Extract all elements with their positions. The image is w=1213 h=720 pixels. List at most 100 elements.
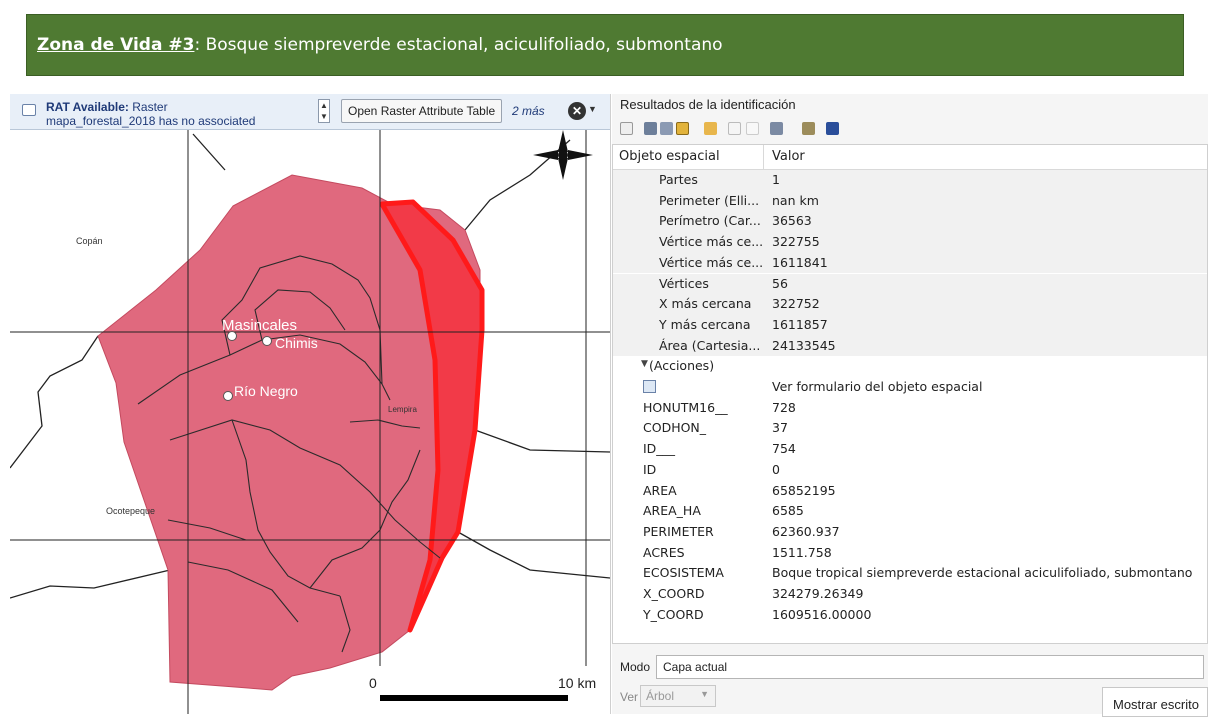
tree-row[interactable]: ID 0	[613, 460, 1207, 481]
help-icon[interactable]	[826, 122, 839, 135]
banner-zone-label: Zona de Vida #3	[37, 35, 195, 55]
tree-row[interactable]: X_COORD 324279.26349	[613, 584, 1207, 605]
row-key: Partes	[659, 172, 698, 187]
tree-row[interactable]: Vértice más ce... 322755	[613, 232, 1207, 253]
row-value: 65852195	[772, 482, 836, 498]
stepper-up-icon[interactable]: ▲	[319, 100, 329, 111]
scale-end-label: 10 km	[558, 675, 596, 691]
view-select-caret-icon: ▼	[700, 689, 709, 699]
form-icon[interactable]	[643, 380, 656, 393]
row-value: 0	[772, 461, 780, 477]
tree-row[interactable]: Área (Cartesia... 24133545	[613, 335, 1207, 357]
row-key: Perímetro (Car...	[659, 213, 761, 229]
tree-row[interactable]: Y_COORD 1609516.00000	[613, 605, 1207, 626]
expand-all-icon[interactable]	[644, 122, 657, 135]
close-menu-caret-icon[interactable]: ▼	[588, 104, 597, 114]
mode-select[interactable]: Capa actual	[656, 655, 1204, 679]
row-key: AREA_HA	[643, 503, 701, 519]
label-rio-negro: Río Negro	[234, 383, 298, 399]
select-features-icon[interactable]	[770, 122, 783, 135]
zone-banner: Zona de Vida #3: Bosque siempreverde est…	[26, 14, 1184, 76]
map-canvas[interactable]: Copán Ocotepeque Lempira Masincales Chim…	[10, 130, 610, 714]
tree-row[interactable]: X más cercana 322752	[613, 294, 1207, 315]
close-circle-icon[interactable]: ✕	[568, 102, 586, 120]
print-response-icon[interactable]	[746, 122, 759, 135]
label-ocotepeque: Ocotepeque	[106, 506, 155, 516]
expand-arrow-icon[interactable]: ▼	[641, 359, 648, 369]
toolbar-dropdown-icon[interactable]	[786, 122, 794, 135]
row-value: 728	[772, 399, 796, 415]
label-chimis: Chimis	[275, 335, 318, 351]
column-separator[interactable]	[763, 145, 764, 169]
identify-settings-icon[interactable]	[802, 122, 815, 135]
tree-row[interactable]: ACRES 1511.758	[613, 543, 1207, 564]
map-pane: RAT Available: Raster mapa_forestal_2018…	[10, 94, 611, 714]
view-select[interactable]: Árbol ▼	[640, 685, 716, 707]
banner-text: Zona de Vida #3: Bosque siempreverde est…	[37, 35, 723, 55]
label-copan: Copán	[76, 236, 103, 246]
rat-title-bold: RAT Available:	[46, 100, 129, 114]
row-key: Vértice más ce...	[659, 254, 764, 270]
row-value: 6585	[772, 503, 804, 519]
identify-results-tree: Objeto espacial Valor Partes 1 Perimeter (…	[612, 144, 1208, 644]
scale-start-label: 0	[369, 675, 377, 691]
more-messages-link[interactable]: 2 más	[512, 104, 545, 118]
tree-row[interactable]: CODHON_ 37	[613, 418, 1207, 439]
view-feature-form-link[interactable]: Ver formulario del objeto espacial	[772, 379, 982, 394]
expand-new-results-icon[interactable]	[676, 122, 689, 135]
tree-row[interactable]: PERIMETER 62360.937	[613, 522, 1207, 543]
row-value: 1511.758	[772, 544, 832, 560]
view-select-value: Árbol	[646, 689, 675, 703]
row-value: 1611857	[772, 316, 828, 332]
column-header-value[interactable]: Valor	[772, 149, 805, 164]
tree-row[interactable]: AREA 65852195	[613, 481, 1207, 502]
message-scroll-stepper[interactable]: ▲ ▼	[318, 99, 330, 123]
row-key: X más cercana	[659, 296, 752, 312]
stepper-down-icon[interactable]: ▼	[319, 111, 329, 122]
identify-title: Resultados de la identificación	[620, 97, 796, 112]
column-header-feature[interactable]: Objeto espacial	[619, 149, 720, 164]
tree-row[interactable]: HONUTM16__ 728	[613, 398, 1207, 419]
tree-row[interactable]: Vértices 56	[613, 273, 1207, 295]
tree-row[interactable]: Perimeter (Elli... nan km	[613, 190, 1207, 212]
view-label: Ver	[620, 690, 639, 704]
row-value: 322752	[772, 296, 820, 312]
row-value: 1609516.00000	[772, 606, 872, 622]
tree-row[interactable]: AREA_HA 6585	[613, 501, 1207, 522]
row-key: Área (Cartesia...	[659, 337, 761, 353]
tree-row[interactable]: ECOSISTEMA Boque tropical siempreverde es…	[613, 563, 1207, 584]
rat-line2: mapa_forestal_2018 has no associated	[46, 114, 256, 128]
copy-feature-icon[interactable]	[728, 122, 741, 135]
label-lempira: Lempira	[388, 405, 417, 414]
mode-label: Modo	[620, 660, 651, 674]
expand-tree-icon[interactable]	[620, 122, 633, 135]
tree-row[interactable]: Ver formulario del objeto espacial	[613, 377, 1207, 398]
tree-row[interactable]: ID___ 754	[613, 439, 1207, 460]
show-button[interactable]: Mostrar escrito	[1102, 687, 1208, 717]
row-key: Perimeter (Elli...	[659, 192, 760, 208]
row-key: ID___	[643, 441, 676, 457]
open-raster-attribute-table-button[interactable]: Open Raster Attribute Table	[341, 99, 503, 123]
clear-results-icon[interactable]	[704, 122, 717, 135]
row-value: 37	[772, 420, 788, 436]
row-value: 1	[772, 172, 780, 187]
row-value: 754	[772, 441, 796, 457]
label-masincales: Masincales	[222, 317, 297, 334]
row-key: ECOSISTEMA	[643, 565, 724, 581]
banner-separator: :	[194, 35, 206, 55]
collapse-all-icon[interactable]	[660, 122, 673, 135]
row-key: PERIMETER	[643, 523, 714, 539]
row-key: CODHON_	[643, 420, 707, 436]
tree-row[interactable]: ▼ (Acciones)	[613, 356, 1207, 377]
tree-row[interactable]: Partes 1	[613, 170, 1207, 191]
tree-row[interactable]: Y más cercana 1611857	[613, 314, 1207, 336]
rat-title-rest: Raster	[128, 100, 168, 114]
row-value: 1611841	[772, 254, 828, 270]
row-value: nan km	[772, 192, 819, 208]
tree-row[interactable]: Vértice más ce... 1611841	[613, 252, 1207, 274]
row-key: Vértices	[659, 275, 709, 291]
row-key: AREA	[643, 482, 677, 498]
tree-row[interactable]: Perímetro (Car... 36563	[613, 211, 1207, 233]
tree-header: Objeto espacial Valor	[613, 145, 1207, 170]
identify-results-panel: Resultados de la identificación Objeto e…	[612, 94, 1208, 717]
